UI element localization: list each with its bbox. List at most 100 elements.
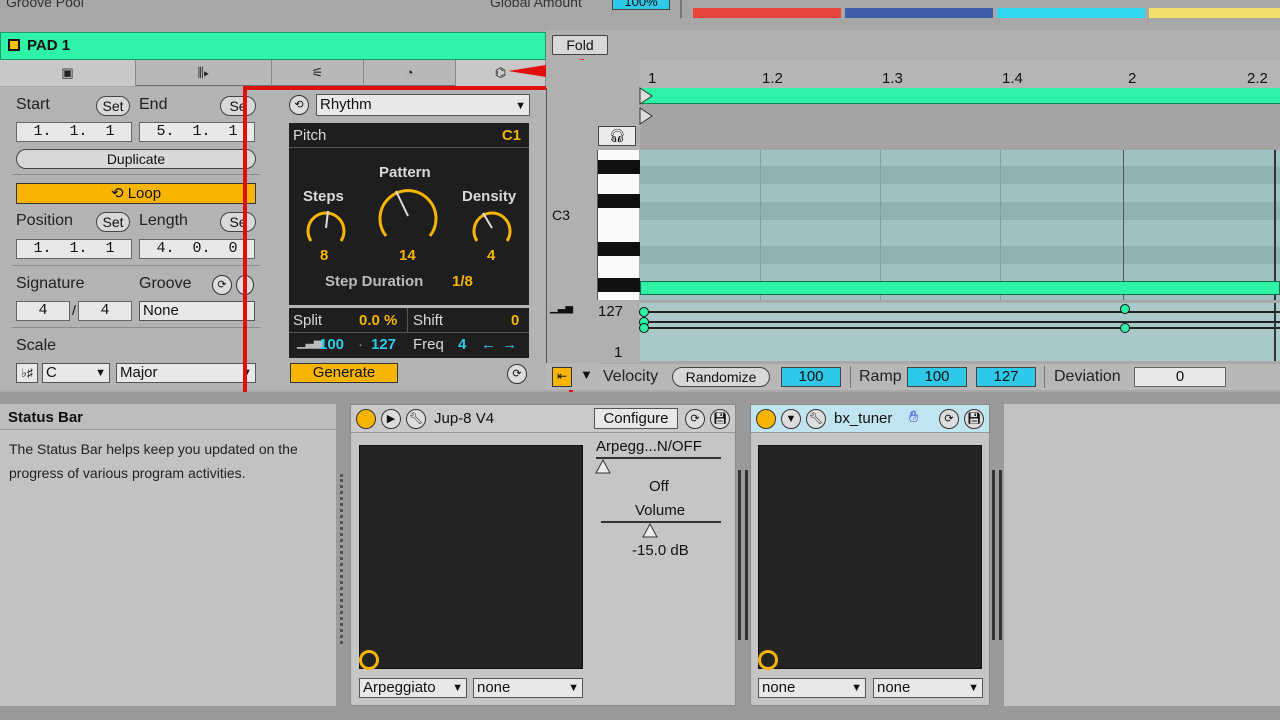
length-field[interactable]: 4. 0. 0 <box>139 239 255 259</box>
midi-note[interactable] <box>640 281 1280 295</box>
wrench-icon[interactable]: 🔧︎ <box>406 409 426 429</box>
tab-note-expression[interactable]: ⚟ <box>272 60 364 86</box>
chevron-down-icon[interactable]: ▼ <box>781 409 801 429</box>
deviation-field[interactable]: 0 <box>1134 367 1226 387</box>
velocity-lane[interactable] <box>639 303 1280 361</box>
device1-select-2[interactable]: none ▼ <box>473 678 583 698</box>
tab-transform[interactable]: ◔ <box>364 60 456 86</box>
device2-select-2[interactable]: none ▼ <box>873 678 983 698</box>
device-separator[interactable] <box>738 470 748 640</box>
global-amount-field[interactable]: 100% <box>612 0 670 10</box>
velocity-handle[interactable] <box>639 323 649 333</box>
velocity-line <box>640 311 1280 313</box>
clip-header[interactable]: PAD 1 <box>0 32 546 60</box>
play-icon[interactable]: ▶ <box>381 409 401 429</box>
scale-root-select[interactable]: C ▼ <box>42 363 110 383</box>
velocity-line <box>640 321 1280 323</box>
editor-header: Fold <box>546 30 1280 60</box>
duplicate-button[interactable]: Duplicate <box>16 149 256 169</box>
position-set-button[interactable]: Set <box>96 212 130 232</box>
hot-swap-icon[interactable]: ⟳ <box>939 409 959 429</box>
groove-pool-label: Groove Pool <box>6 0 84 10</box>
fold-button[interactable]: Fold <box>552 35 608 55</box>
timeline-ruler[interactable]: 1 1.2 1.3 1.4 2 2.2 <box>640 60 1280 90</box>
loop-brace[interactable] <box>640 88 1280 104</box>
save-icon[interactable]: 💾︎ <box>710 409 730 429</box>
velocity-value-field[interactable]: 100 <box>781 367 841 387</box>
device-name: Jup-8 V4 <box>434 410 495 427</box>
device-on-button[interactable] <box>356 409 376 429</box>
param1-slider-thumb[interactable] <box>595 459 611 475</box>
param1-slider[interactable] <box>596 457 721 459</box>
note-grid[interactable] <box>640 150 1280 300</box>
save-icon[interactable]: 💾︎ <box>964 409 984 429</box>
param1-label: Arpegg...N/OFF <box>596 438 702 455</box>
velocity-handle[interactable] <box>1120 304 1130 314</box>
velocity-lane-icon[interactable]: ▁▃▅ <box>550 303 573 323</box>
velocity-handle[interactable] <box>1120 323 1130 333</box>
scale-toggle-icon[interactable]: ♭♯ <box>16 363 38 383</box>
param2-value: -15.0 dB <box>632 542 689 559</box>
chevron-down-icon: ▼ <box>851 682 862 694</box>
plugin-edit-icon[interactable] <box>758 650 778 670</box>
plugin-edit-icon[interactable] <box>359 650 379 670</box>
start-marker-icon[interactable] <box>638 86 654 146</box>
chevron-down-icon: ▼ <box>452 682 463 694</box>
tab-envelopes[interactable]: ⫼▸ <box>136 60 272 86</box>
color-swatch-red[interactable] <box>693 8 841 18</box>
black-key[interactable] <box>598 278 640 292</box>
device2-select-1[interactable]: none ▼ <box>758 678 866 698</box>
hot-swap-icon[interactable]: ⟳ <box>685 409 705 429</box>
chevron-down-icon[interactable]: ▼ <box>580 367 593 382</box>
marker-lane[interactable] <box>640 104 1280 150</box>
randomize-button[interactable]: Randomize <box>672 367 770 387</box>
divider <box>546 88 547 363</box>
grid-row-dark <box>640 246 1280 264</box>
plugin-display <box>758 445 982 670</box>
black-key[interactable] <box>598 194 640 208</box>
device-on-button[interactable] <box>756 409 776 429</box>
info-view: Status Bar The Status Bar helps keep you… <box>0 404 336 706</box>
divider <box>850 366 851 388</box>
divider <box>12 327 260 328</box>
device-separator[interactable] <box>992 470 1002 640</box>
grid-line <box>1123 150 1124 300</box>
device-drop-area[interactable] <box>1004 404 1280 706</box>
start-set-button[interactable]: Set <box>96 96 130 116</box>
global-amount-label: Global Amount <box>490 0 582 10</box>
velocity-toggle-icon[interactable]: ⇤ <box>552 367 572 387</box>
start-field[interactable]: 1. 1. 1 <box>16 122 132 142</box>
black-key[interactable] <box>598 160 640 174</box>
loop-button[interactable]: ⟲ Loop <box>16 183 256 204</box>
scale-mode-select[interactable]: Major ▼ <box>116 363 256 383</box>
position-field[interactable]: 1. 1. 1 <box>16 239 132 259</box>
device1-select-1[interactable]: Arpeggiato ▼ <box>359 678 467 698</box>
clip-activator[interactable] <box>8 39 20 51</box>
param2-label: Volume <box>635 502 686 519</box>
wrench-icon[interactable]: 🔧︎ <box>806 409 826 429</box>
param2-slider[interactable] <box>601 521 721 523</box>
device-drag-handle[interactable] <box>340 474 348 644</box>
signature-denominator[interactable]: 4 <box>78 301 132 321</box>
configure-button[interactable]: Configure <box>594 408 678 429</box>
param2-slider-thumb[interactable] <box>642 523 658 539</box>
divider <box>1044 366 1045 388</box>
hand-icon[interactable]: ✋︎ <box>909 409 918 427</box>
black-key[interactable] <box>598 242 640 256</box>
color-swatch-yellow[interactable] <box>1149 8 1280 18</box>
piano-keys[interactable] <box>597 150 640 300</box>
signature-numerator[interactable]: 4 <box>16 301 70 321</box>
ramp-low-field[interactable]: 100 <box>907 367 967 387</box>
color-swatch-cyan[interactable] <box>997 8 1145 18</box>
ramp-high-field[interactable]: 127 <box>976 367 1036 387</box>
groove-select[interactable]: None <box>139 301 255 321</box>
preview-headphones-icon[interactable]: 🎧︎ <box>598 126 636 146</box>
velocity-handle[interactable] <box>639 307 649 317</box>
velocity-bar: Velocity Randomize 100 Ramp 100 127 Devi… <box>600 364 1280 390</box>
ruler-tick: 1.3 <box>882 70 903 87</box>
velocity-label: Velocity <box>603 368 659 385</box>
groove-hot-swap-icon[interactable]: ⟳ <box>212 275 232 295</box>
tab-clip[interactable]: ▣ <box>0 60 136 86</box>
end-field[interactable]: 5. 1. 1 <box>139 122 255 142</box>
color-swatch-blue[interactable] <box>845 8 993 18</box>
